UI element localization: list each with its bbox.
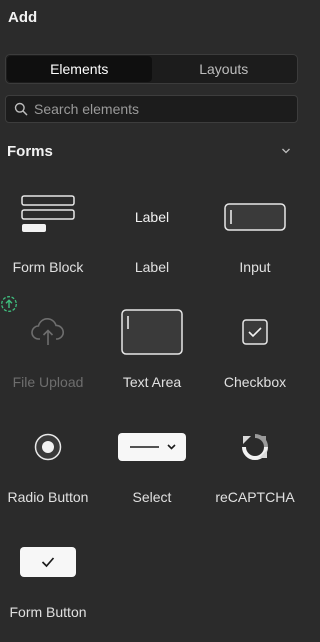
element-label: Radio Button	[7, 489, 89, 505]
tab-elements[interactable]: Elements	[7, 56, 152, 82]
form-button-icon	[20, 547, 76, 577]
radio-icon	[34, 433, 62, 461]
element-label: Select	[132, 489, 172, 505]
search-icon	[14, 102, 28, 116]
element-label: Form Block	[12, 259, 84, 275]
chevron-down-icon[interactable]	[281, 148, 291, 154]
checkbox-icon	[242, 319, 268, 345]
search-box[interactable]	[5, 95, 298, 123]
element-label: File Upload	[12, 374, 84, 390]
form-block-icon	[21, 195, 75, 232]
element-label: Text Area	[122, 374, 182, 390]
textarea-icon	[121, 309, 183, 355]
element-recaptcha[interactable]: reCAPTCHA	[205, 417, 305, 527]
tab-group: Elements Layouts	[5, 54, 298, 84]
element-label: reCAPTCHA	[215, 489, 295, 505]
recaptcha-icon	[242, 434, 268, 460]
element-label: Checkbox	[223, 374, 287, 390]
element-form-block[interactable]: Form Block	[0, 187, 98, 297]
input-icon	[224, 203, 286, 231]
cloud-upload-icon	[31, 318, 64, 345]
element-label: Input	[239, 259, 271, 275]
element-input[interactable]: Input	[205, 187, 305, 297]
element-file-upload[interactable]: File Upload	[0, 302, 98, 412]
panel-title: Add	[8, 9, 38, 26]
tab-layouts[interactable]: Layouts	[152, 56, 297, 82]
element-label: Label	[134, 259, 170, 275]
section-header-forms[interactable]: Forms	[0, 135, 305, 167]
section-title: Forms	[7, 142, 53, 160]
element-radio-button[interactable]: Radio Button	[0, 417, 98, 527]
element-label[interactable]: Label Label	[102, 187, 202, 297]
select-icon	[118, 433, 186, 461]
element-text-area[interactable]: Text Area	[102, 302, 202, 412]
element-label: Form Button	[9, 604, 87, 620]
label-icon: Label	[134, 209, 170, 225]
element-form-button[interactable]: Form Button	[0, 532, 98, 642]
search-input[interactable]	[34, 101, 274, 117]
element-select[interactable]: Select	[102, 417, 202, 527]
element-checkbox[interactable]: Checkbox	[205, 302, 305, 412]
